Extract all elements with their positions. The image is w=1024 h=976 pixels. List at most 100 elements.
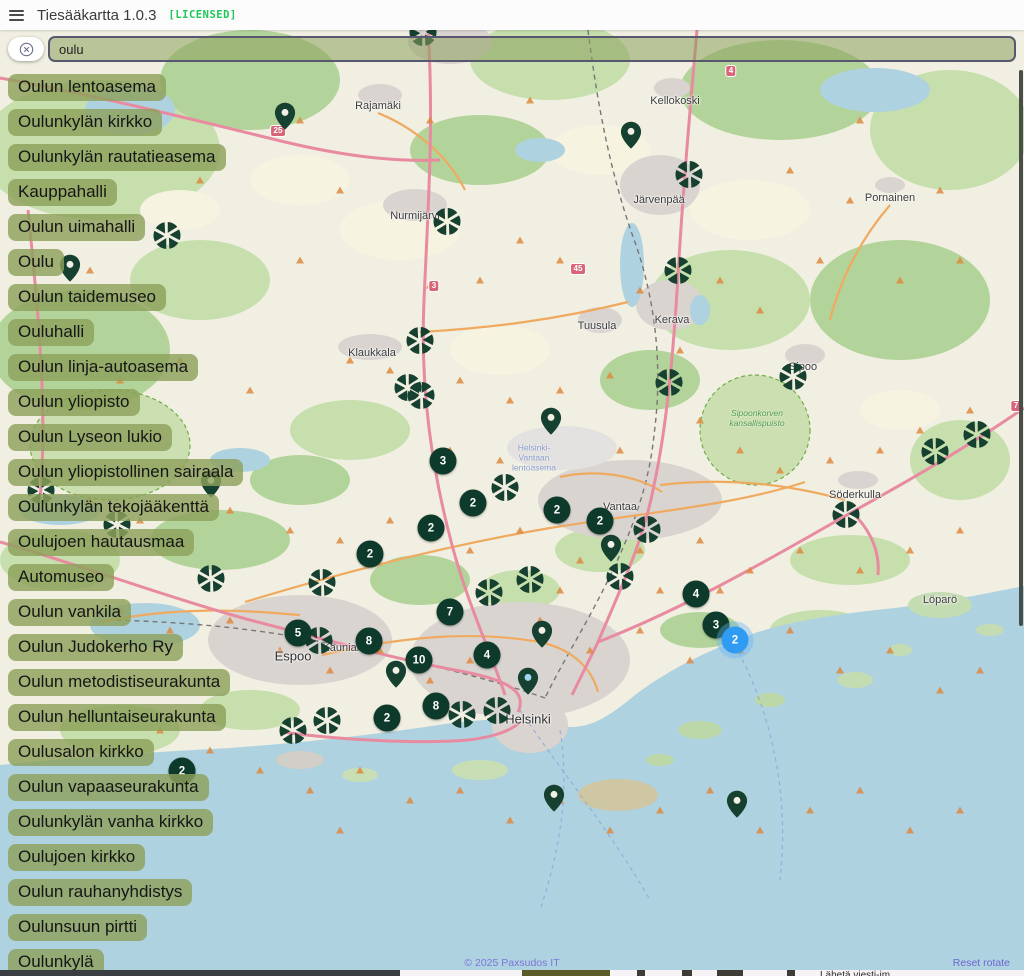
triangle-symbol [556, 387, 564, 394]
suggestion-item[interactable]: Oulunkylän vanha kirkko [8, 809, 213, 836]
suggestion-item[interactable]: Oulun linja-autoasema [8, 354, 198, 381]
suggestion-item[interactable]: Oulujoen hautausmaa [8, 529, 194, 556]
pin-marker[interactable] [600, 534, 623, 568]
cluster-marker[interactable]: 2 [418, 515, 445, 542]
triangle-symbol [606, 827, 614, 834]
triangle-symbol [516, 237, 524, 244]
camera-marker[interactable] [778, 362, 808, 397]
cluster-marker[interactable]: 3 [430, 448, 457, 475]
camera-marker[interactable] [490, 473, 520, 508]
suggestion-item[interactable]: Kauppahalli [8, 179, 117, 206]
suggestion-item[interactable]: Oulun lentoasema [8, 74, 166, 101]
cluster-marker[interactable]: 2 [544, 497, 571, 524]
suggestion-item[interactable]: Oulun rauhanyhdistys [8, 879, 192, 906]
cluster-marker[interactable]: 8 [356, 628, 383, 655]
suggestion-item[interactable]: Oulusalon kirkko [8, 739, 154, 766]
suggestion-item[interactable]: Oulun yliopisto [8, 389, 140, 416]
suggestion-item[interactable]: Oulunkylän rautatieasema [8, 144, 226, 171]
triangle-symbol [856, 117, 864, 124]
triangle-symbol [956, 257, 964, 264]
pin-marker[interactable] [517, 667, 540, 701]
pin-marker[interactable] [540, 407, 563, 441]
suggestion-item[interactable]: Automuseo [8, 564, 114, 591]
triangle-symbol [756, 307, 764, 314]
camera-marker[interactable] [515, 565, 545, 600]
licensed-badge: [LICENSED] [169, 9, 237, 21]
triangle-symbol [606, 372, 614, 379]
pin-marker[interactable] [620, 121, 643, 155]
suggestion-item[interactable]: Oulun uimahalli [8, 214, 145, 241]
triangle-symbol [856, 567, 864, 574]
cluster-marker[interactable]: 2 [374, 705, 401, 732]
menu-icon[interactable] [9, 10, 24, 21]
area-label: Sipoonkorven kansallispuisto [729, 408, 784, 428]
cluster-marker[interactable]: 2 [587, 508, 614, 535]
bottom-cutoff-strip: Lähetä viesti-im [0, 970, 1024, 976]
search-suggestions-list: Oulun lentoasema Oulunkylän kirkko Oulunky… [8, 74, 243, 976]
camera-marker[interactable] [831, 500, 861, 535]
map-pin-icon [620, 121, 643, 150]
camera-marker[interactable] [482, 696, 512, 731]
cluster-marker[interactable]: 7 [437, 599, 464, 626]
suggestion-item[interactable]: Oulun taidemuseo [8, 284, 166, 311]
suggestion-item[interactable]: Oulun Judokerho Ry [8, 634, 183, 661]
reset-rotate-button[interactable]: Reset rotate [953, 957, 1010, 969]
camera-marker[interactable] [432, 207, 462, 242]
cluster-marker[interactable]: 2 [722, 627, 749, 654]
suggestion-item[interactable]: Oulunkylän kirkko [8, 109, 162, 136]
triangle-symbol [426, 117, 434, 124]
bottom-strip-partial-text: Lähetä viesti-im [820, 970, 890, 976]
camera-marker[interactable] [474, 578, 504, 613]
suggestion-item[interactable]: Oulu [8, 249, 64, 276]
pin-marker[interactable] [385, 660, 408, 694]
map-pin-icon [543, 784, 566, 813]
cluster-marker[interactable]: 8 [423, 693, 450, 720]
clear-search-button[interactable] [8, 37, 44, 61]
road-shield: 45 [570, 263, 586, 275]
camera-marker[interactable] [920, 437, 950, 472]
triangle-symbol [816, 257, 824, 264]
camera-marker[interactable] [406, 381, 436, 416]
search-input[interactable] [48, 36, 1016, 62]
triangle-symbol [966, 407, 974, 414]
suggestion-item[interactable]: Ouluhalli [8, 319, 94, 346]
camera-marker[interactable] [654, 368, 684, 403]
cluster-marker[interactable]: 2 [357, 541, 384, 568]
camera-marker[interactable] [405, 326, 435, 361]
camera-marker[interactable] [312, 706, 342, 741]
scrollbar-thumb[interactable] [1019, 70, 1023, 626]
suggestion-item[interactable]: Oulun vapaaseurakunta [8, 774, 209, 801]
camera-marker[interactable] [307, 568, 337, 603]
camera-marker[interactable] [278, 716, 308, 751]
camera-marker[interactable] [674, 160, 704, 195]
suggestion-item[interactable]: Oulun Lyseon lukio [8, 424, 172, 451]
camera-marker[interactable] [962, 420, 992, 455]
camera-aperture-icon [831, 500, 861, 530]
suggestion-item[interactable]: Oulunsuun pirtti [8, 914, 147, 941]
camera-marker[interactable] [632, 515, 662, 550]
pin-marker[interactable] [726, 790, 749, 824]
triangle-symbol [896, 277, 904, 284]
camera-marker[interactable] [447, 700, 477, 735]
suggestion-item[interactable]: Oulun metodistiseurakunta [8, 669, 230, 696]
cluster-marker[interactable]: 5 [285, 620, 312, 647]
triangle-symbol [336, 827, 344, 834]
suggestion-item[interactable]: Oulun helluntaiseurakunta [8, 704, 226, 731]
triangle-symbol [466, 547, 474, 554]
camera-aperture-icon [312, 706, 342, 736]
suggestion-item[interactable]: Oulun vankila [8, 599, 131, 626]
circle-x-icon [19, 42, 34, 57]
pin-marker[interactable] [531, 620, 554, 654]
cluster-marker[interactable]: 4 [683, 581, 710, 608]
triangle-symbol [676, 347, 684, 354]
camera-marker[interactable] [663, 256, 693, 291]
suggestion-item[interactable]: Oulun yliopistollinen sairaala [8, 459, 243, 486]
suggestion-item[interactable]: Oulunkylän tekojääkenttä [8, 494, 219, 521]
pin-marker[interactable] [543, 784, 566, 818]
pin-marker[interactable] [274, 102, 297, 136]
cluster-marker[interactable]: 10 [406, 647, 433, 674]
cluster-marker[interactable]: 2 [460, 490, 487, 517]
cluster-marker[interactable]: 4 [474, 642, 501, 669]
suggestion-item[interactable]: Oulujoen kirkko [8, 844, 145, 871]
triangle-symbol [686, 657, 694, 664]
